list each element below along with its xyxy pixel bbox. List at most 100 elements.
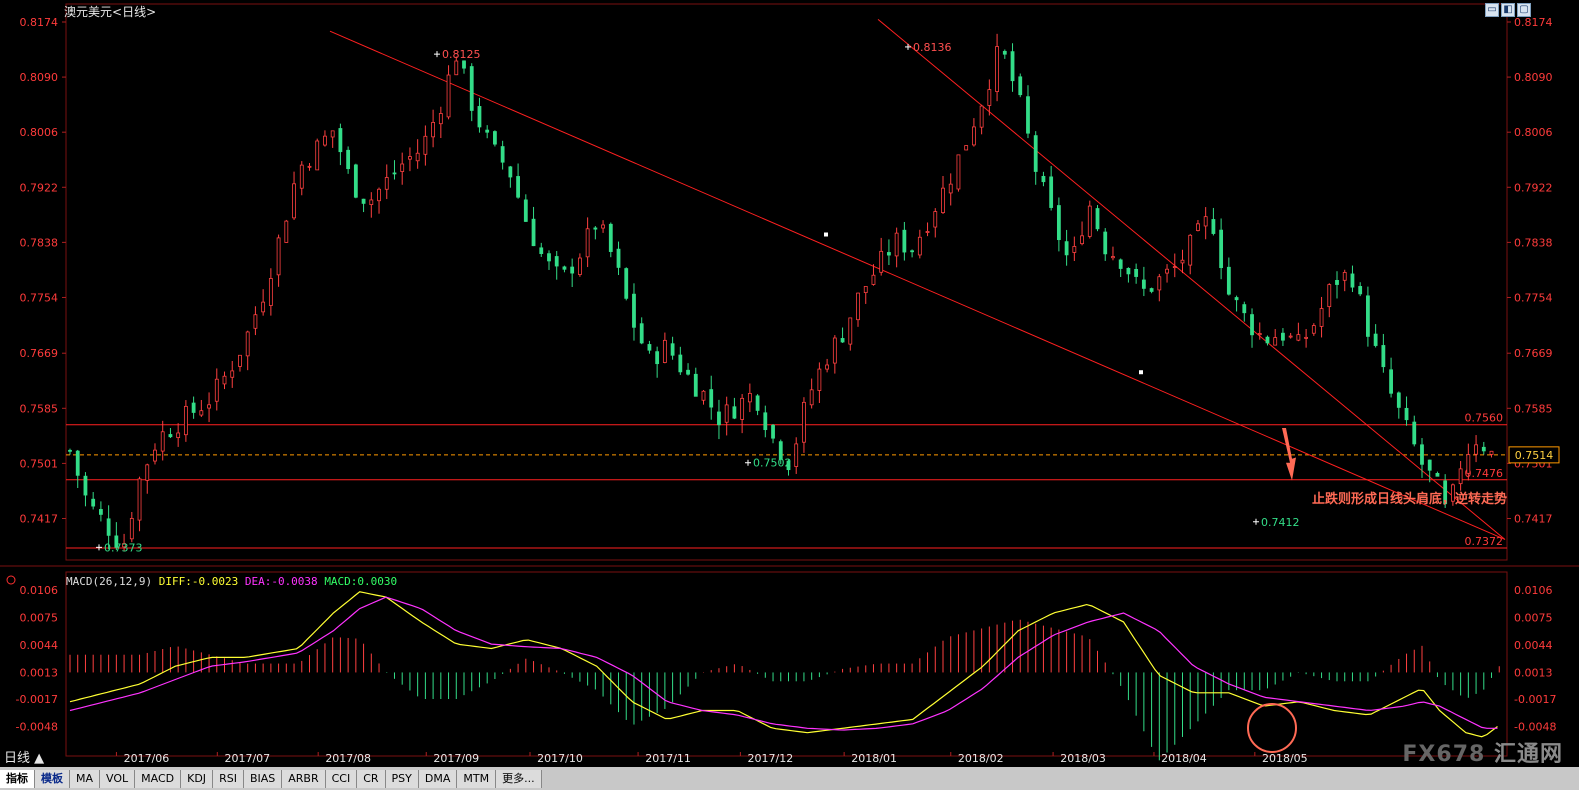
candle-body <box>825 364 830 370</box>
instrument-name: 澳元美元 <box>64 5 113 19</box>
point-label: 0.8136 <box>913 41 952 54</box>
tab-0[interactable]: 指标 <box>0 769 35 788</box>
macd-diff-value: DIFF:-0.0023 <box>158 575 239 588</box>
candle-body <box>879 250 884 273</box>
candle-body <box>686 369 690 375</box>
chart-window: 0.8174 0.8174 0.8090 0.8090 0.8006 0.8006 0.79… <box>0 0 1579 790</box>
candle-body <box>1141 279 1146 289</box>
point-label: 0.8125 <box>442 48 481 61</box>
x-tick-label: 2018/01 <box>851 752 897 765</box>
candle-body <box>1196 223 1200 231</box>
tab-2[interactable]: MA <box>70 769 101 788</box>
point-label: 0.7502 <box>753 457 792 470</box>
x-tick-label: 2017/08 <box>325 752 371 765</box>
candle-body <box>1041 175 1046 183</box>
candle-body <box>423 135 428 155</box>
macd-y-tick-left: 0.0013 <box>20 666 59 679</box>
candle-body <box>1458 468 1463 485</box>
candle-body <box>346 149 351 170</box>
y-tick-right: 0.7922 <box>1514 181 1553 194</box>
level-label: 0.7560 <box>1465 412 1504 425</box>
macd-y-tick-right: 0.0013 <box>1514 666 1553 679</box>
candle-body <box>408 156 412 160</box>
candle-body <box>1018 76 1023 96</box>
candle-body <box>485 129 490 133</box>
highlight-circle <box>1247 703 1297 753</box>
y-tick-right: 0.8090 <box>1514 71 1553 84</box>
candle-body <box>299 164 304 189</box>
candle-body <box>608 223 613 252</box>
candle-body <box>477 106 482 128</box>
candle-body <box>1404 407 1409 421</box>
candle-body <box>168 434 173 438</box>
candle-body <box>454 60 459 76</box>
candle-body <box>384 177 389 190</box>
candle-body <box>1350 273 1355 288</box>
y-tick-left: 0.8006 <box>20 126 59 139</box>
candle-body <box>1474 444 1478 455</box>
candle-body <box>1288 335 1293 338</box>
candle-body <box>1412 421 1417 445</box>
candle-body <box>1157 276 1162 291</box>
candle-body <box>531 218 536 247</box>
candle-body <box>1072 246 1077 253</box>
candle-body <box>1281 332 1285 341</box>
panel-indicator-icon <box>6 575 16 585</box>
candle-body <box>995 46 999 92</box>
candle-body <box>1149 288 1154 292</box>
indicator-tabbar: 指标 模板 MA VOL MACD KDJ RSI BIAS ARBR CCI CR PSY DMA MT… <box>0 767 1579 790</box>
down-arrow-icon <box>1282 427 1296 481</box>
current-price-label: 0.7514 <box>1515 449 1554 462</box>
macd-y-tick-left: 0.0106 <box>20 584 59 597</box>
chart-canvas[interactable]: 0.8174 0.8174 0.8090 0.8090 0.8006 0.8006 0.79… <box>0 0 1579 767</box>
tab-4[interactable]: MACD <box>135 769 182 788</box>
x-tick-label: 2017/11 <box>645 752 691 765</box>
candle-body <box>137 478 142 521</box>
restore-icon[interactable]: ▭ <box>1485 3 1499 17</box>
candle-body <box>933 211 938 228</box>
candle-body <box>624 268 629 299</box>
candle-body <box>1481 446 1486 452</box>
candle-body <box>1126 267 1131 275</box>
candle-body <box>493 131 497 145</box>
candle-body <box>1396 392 1401 408</box>
candle-body <box>1010 51 1015 82</box>
maximize-icon[interactable]: ▢ <box>1517 3 1531 17</box>
tab-5[interactable]: KDJ <box>181 769 214 788</box>
candle-body <box>500 146 505 163</box>
candle-body <box>523 199 528 222</box>
tab-11[interactable]: PSY <box>385 769 419 788</box>
y-tick-left: 0.8090 <box>20 71 59 84</box>
tab-9[interactable]: CCI <box>325 769 358 788</box>
candle-body <box>964 145 969 151</box>
tab-13[interactable]: MTM <box>457 769 497 788</box>
candle-body <box>1250 314 1254 336</box>
candle-body <box>176 432 181 438</box>
window-icon[interactable]: ◧ <box>1501 3 1515 17</box>
tab-10[interactable]: CR <box>357 769 386 788</box>
tab-7[interactable]: BIAS <box>243 769 283 788</box>
candle-body <box>956 154 961 190</box>
tab-3[interactable]: VOL <box>100 769 136 788</box>
candle-body <box>230 370 235 378</box>
candle-body <box>338 128 343 153</box>
macd-dea-value: DEA:-0.0038 <box>244 575 318 588</box>
candle-body <box>817 368 822 391</box>
tab-14[interactable]: 更多... <box>496 769 542 788</box>
candle-body <box>353 164 358 198</box>
candle-body <box>469 66 474 111</box>
tab-12[interactable]: DMA <box>418 769 458 788</box>
candle-body <box>655 351 660 365</box>
y-tick-right: 0.8174 <box>1514 16 1553 29</box>
tab-6[interactable]: RSI <box>213 769 244 788</box>
period-selector[interactable]: 日线 ▲ <box>0 750 62 767</box>
level-label: 0.7476 <box>1465 467 1504 480</box>
candle-body <box>794 443 799 467</box>
tab-1[interactable]: 模板 <box>35 769 70 788</box>
tab-8[interactable]: ARBR <box>282 769 326 788</box>
candle-body <box>129 518 134 540</box>
macd-y-tick-right: -0.0048 <box>1514 721 1556 734</box>
candle-body <box>508 166 513 178</box>
macd-y-tick-left: -0.0048 <box>16 721 58 734</box>
macd-name: MACD(26,12,9) <box>66 575 153 588</box>
